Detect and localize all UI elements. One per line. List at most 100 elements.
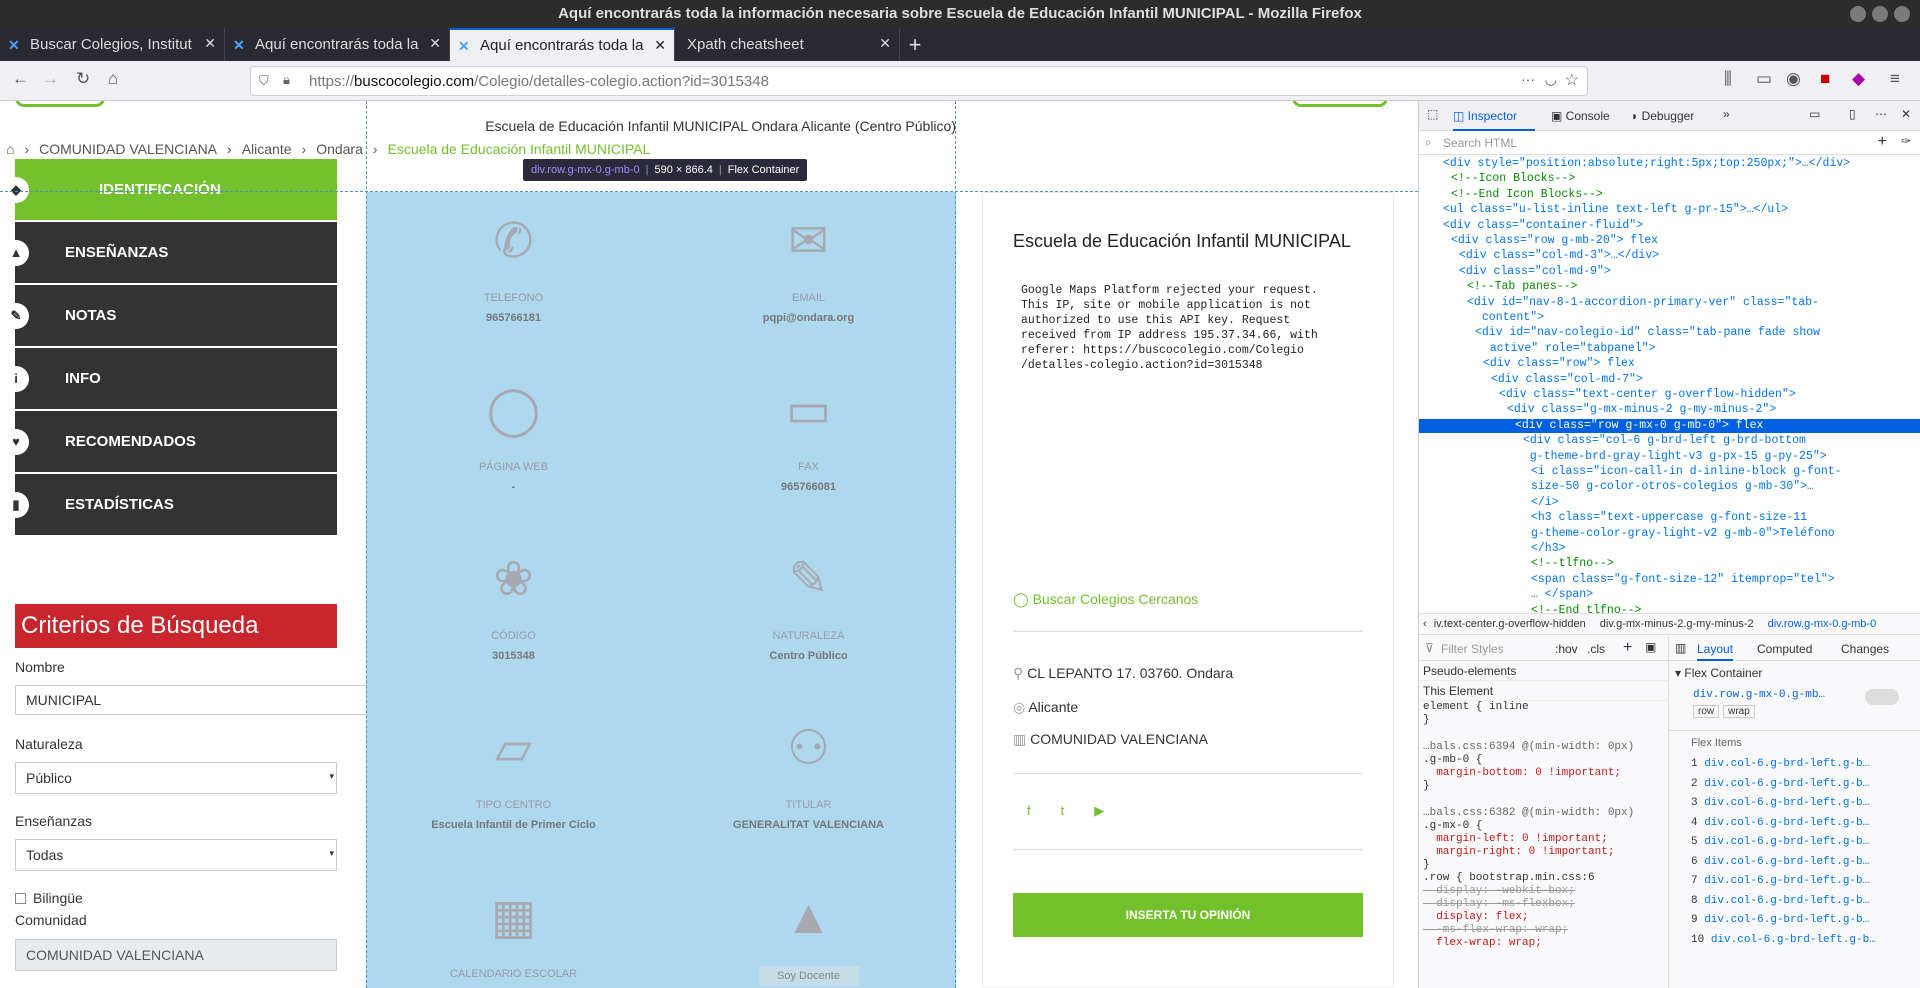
html-node[interactable]: size-50 g-color-otros-colegios g-mb-30">… xyxy=(1419,480,1920,494)
flex-item-row[interactable]: 4 div.col-6.g-brd-left.g-b… xyxy=(1669,814,1920,834)
insert-opinion-button[interactable]: INSERTA TU OPINIÓN xyxy=(1013,893,1363,937)
flex-item-row[interactable]: 9 div.col-6.g-brd-left.g-b… xyxy=(1669,911,1920,931)
browser-tab[interactable]: ✕ Buscar Colegios, Institut ✕ xyxy=(0,28,225,61)
tab-debugger[interactable]: ◗ Debugger xyxy=(1631,109,1694,123)
html-node[interactable]: <div class="col-md-9"> xyxy=(1419,265,1920,279)
responsive-icon[interactable]: ▯ xyxy=(1849,107,1856,121)
html-node[interactable]: <!--Tab panes--> xyxy=(1419,280,1920,294)
library-icon[interactable]: ⫼ xyxy=(1724,69,1732,89)
nearby-link[interactable]: ◯ Buscar Colegios Cercanos xyxy=(1013,591,1198,608)
forward-icon[interactable]: → xyxy=(42,69,59,89)
sidebar-item-estadisticas[interactable]: ▮ ESTADÍSTICAS xyxy=(3,474,337,535)
dock-icon[interactable]: ▭ xyxy=(1809,107,1820,121)
account-icon[interactable]: ◉ xyxy=(1786,69,1801,89)
html-node[interactable]: <span class="g-font-size-12" itemprop="t… xyxy=(1419,573,1920,587)
tab-changes[interactable]: Changes xyxy=(1841,642,1889,656)
html-node[interactable]: </h3> xyxy=(1419,542,1920,556)
html-node[interactable]: <div style="position:absolute;right:5px;… xyxy=(1419,157,1920,171)
light-theme-icon[interactable]: ▣ xyxy=(1645,640,1656,654)
html-search[interactable]: ⌕ Search HTML + ✑ xyxy=(1419,131,1920,155)
bilingue-checkbox[interactable] xyxy=(15,893,26,904)
html-node[interactable]: <div id="nav-8-1-accordion-primary-ver" … xyxy=(1419,296,1920,310)
flex-item-row[interactable]: 5 div.col-6.g-brd-left.g-b… xyxy=(1669,833,1920,853)
html-node[interactable]: <div class="col-md-7"> xyxy=(1419,373,1920,387)
sidebar-toggle-icon[interactable]: ▥ xyxy=(1675,641,1686,655)
flex-item-row[interactable]: 7 div.col-6.g-brd-left.g-b… xyxy=(1669,872,1920,892)
html-node[interactable]: <div class="text-center g-overflow-hidde… xyxy=(1419,388,1920,402)
html-node[interactable]: active" role="tabpanel"> xyxy=(1419,342,1920,356)
maximize-icon[interactable] xyxy=(1872,6,1888,22)
html-tree[interactable]: <div style="position:absolute;right:5px;… xyxy=(1419,157,1920,621)
flex-item-row[interactable]: 8 div.col-6.g-brd-left.g-b… xyxy=(1669,892,1920,912)
html-node[interactable]: <i class="icon-call-in d-inline-block g-… xyxy=(1419,465,1920,479)
ensenanzas-select[interactable]: Todas ▾ xyxy=(15,839,337,871)
sidebar-item-identificacion[interactable]: ◆ IDENTIFICACIÓN xyxy=(3,159,337,220)
close-window-icon[interactable] xyxy=(1894,6,1910,22)
arrow-left-icon[interactable]: ‹ xyxy=(1423,618,1427,630)
browser-tab-active[interactable]: ✕ Aquí encontrarás toda la ✕ xyxy=(450,28,675,61)
browser-tab[interactable]: Xpath cheatsheet ✕ xyxy=(675,28,900,61)
facebook-icon[interactable]: f xyxy=(1027,803,1031,819)
html-node[interactable]: g-theme-brd-gray-light-v3 g-px-15 g-py-2… xyxy=(1419,450,1920,464)
tab-computed[interactable]: Computed xyxy=(1757,642,1812,656)
add-node-icon[interactable]: + xyxy=(1878,133,1887,151)
bookmark-icon[interactable]: ☆ xyxy=(1565,70,1579,90)
html-node[interactable]: <!--tlfno--> xyxy=(1419,557,1920,571)
tab-close-icon[interactable]: ✕ xyxy=(654,37,666,54)
tab-close-icon[interactable]: ✕ xyxy=(204,35,216,52)
html-node[interactable]: <div id="nav-colegio-id" class="tab-pane… xyxy=(1419,326,1920,340)
cls-toggle[interactable]: .cls xyxy=(1587,642,1605,656)
shield-icon[interactable]: ⛉ xyxy=(259,73,269,89)
browser-tab[interactable]: ✕ Aquí encontrarás toda la ✕ xyxy=(225,28,450,61)
flex-item-row[interactable]: 10 div.col-6.g-brd-left.g-b… xyxy=(1669,931,1920,951)
html-node[interactable]: <div class="col-md-3">…</div> xyxy=(1419,249,1920,263)
flex-item-row[interactable]: 6 div.col-6.g-brd-left.g-b… xyxy=(1669,853,1920,873)
picker-icon[interactable]: ⬚ xyxy=(1427,107,1438,121)
naturaleza-select[interactable]: Público ▾ xyxy=(15,762,337,794)
menu-icon[interactable]: ≡ xyxy=(1890,69,1900,89)
html-node[interactable]: content"> xyxy=(1419,311,1920,325)
tab-console[interactable]: ▣ Console xyxy=(1551,109,1610,123)
html-node[interactable]: <div class="container-fluid"> xyxy=(1419,219,1920,233)
html-node[interactable]: <h3 class="text-uppercase g-font-size-11 xyxy=(1419,511,1920,525)
flex-item-row[interactable]: 2 div.col-6.g-brd-left.g-b… xyxy=(1669,775,1920,795)
lock-icon[interactable]: 🔒︎ xyxy=(283,72,290,88)
breadcrumb-item[interactable]: COMUNIDAD VALENCIANA xyxy=(39,141,217,157)
filter-styles[interactable]: ⊽ Filter Styles:hov .cls + ▣ xyxy=(1419,637,1668,661)
more-tabs-icon[interactable]: » xyxy=(1723,107,1730,121)
html-node[interactable]: </i> xyxy=(1419,496,1920,510)
html-node[interactable]: <!--Icon Blocks--> xyxy=(1419,172,1920,186)
breadcrumb-item[interactable]: Ondara xyxy=(316,141,363,157)
html-node[interactable]: <div class="g-mx-minus-2 g-my-minus-2"> xyxy=(1419,403,1920,417)
minimize-icon[interactable] xyxy=(1850,6,1866,22)
youtube-icon[interactable]: ▶ xyxy=(1094,803,1104,819)
twitter-icon[interactable]: t xyxy=(1061,803,1065,819)
sidebar-item-notas[interactable]: ✎ NOTAS xyxy=(3,285,337,346)
add-rule-icon[interactable]: + xyxy=(1623,639,1632,657)
url-bar[interactable]: ⛉ 🔒︎ https://buscocolegio.com/Colegio/de… xyxy=(250,66,1588,96)
comunidad-input[interactable]: COMUNIDAD VALENCIANA xyxy=(15,939,337,971)
flex-item-row[interactable]: 1 div.col-6.g-brd-left.g-b… xyxy=(1669,755,1920,775)
close-devtools-icon[interactable]: ✕ xyxy=(1901,107,1911,121)
eyedropper-icon[interactable]: ✑ xyxy=(1901,134,1911,148)
back-icon[interactable]: ← xyxy=(12,69,29,89)
home-icon[interactable]: ⌂ xyxy=(6,141,14,157)
crumb-current[interactable]: div.row.g-mx-0.g-mb-0 xyxy=(1768,618,1877,630)
html-node[interactable]: <ul class="u-list-inline text-left g-pr-… xyxy=(1419,203,1920,217)
home-icon[interactable]: ⌂ xyxy=(108,69,118,89)
html-node[interactable]: g-theme-color-gray-light-v2 g-mb-0">Telé… xyxy=(1419,527,1920,541)
highlight-toggle[interactable] xyxy=(1865,689,1899,705)
html-node[interactable]: <div class="row g-mb-20"> flex xyxy=(1419,234,1920,248)
sidebar-icon[interactable]: ▭ xyxy=(1756,69,1772,89)
html-node[interactable]: <div class="col-6 g-brd-left g-brd-botto… xyxy=(1419,434,1920,448)
more-icon[interactable]: ··· xyxy=(1521,71,1535,87)
html-node[interactable]: <div class="row"> flex xyxy=(1419,357,1920,371)
crumb[interactable]: iv.text-center.g-overflow-hidden xyxy=(1434,618,1586,630)
hov-toggle[interactable]: :hov xyxy=(1555,642,1578,656)
sidebar-item-ensenanzas[interactable]: ▲ ENSEÑANZAS xyxy=(3,222,337,283)
sidebar-item-info[interactable]: i INFO xyxy=(3,348,337,409)
tab-close-icon[interactable]: ✕ xyxy=(429,35,441,52)
extension-icon[interactable]: ◆ xyxy=(1852,69,1865,89)
flex-container-header[interactable]: ▾ Flex Container xyxy=(1669,661,1920,685)
html-node[interactable]: … </span> xyxy=(1419,588,1920,602)
